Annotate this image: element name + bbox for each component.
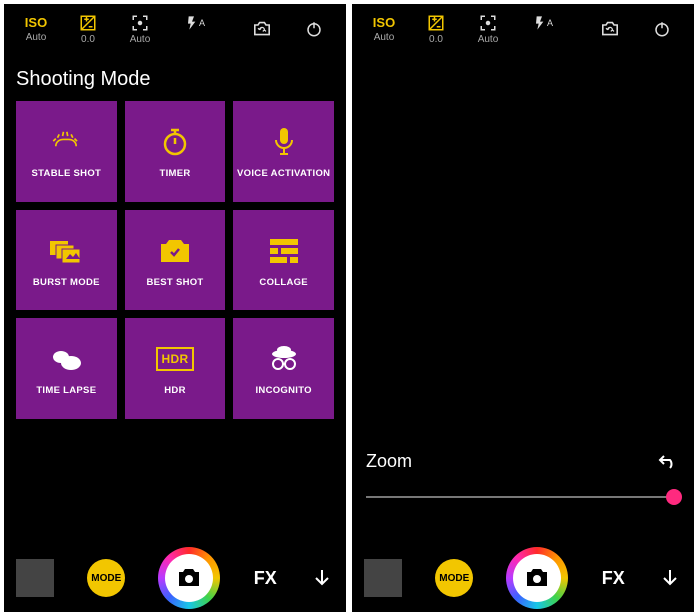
mode-stable-shot[interactable]: STABLE SHOT xyxy=(16,101,117,202)
collage-icon xyxy=(270,233,298,269)
focus-value: Auto xyxy=(130,34,151,45)
mode-collage[interactable]: COLLAGE xyxy=(233,210,334,311)
exposure-value: 0.0 xyxy=(81,34,95,45)
fx-button[interactable]: FX xyxy=(602,568,625,589)
focus-value: Auto xyxy=(478,34,499,45)
incognito-icon xyxy=(268,341,300,377)
mode-label: TIMER xyxy=(159,168,190,179)
power-icon xyxy=(653,20,671,38)
topbar: ISO Auto 0.0 Auto A xyxy=(4,4,346,54)
mode-timer[interactable]: TIMER xyxy=(125,101,226,202)
mode-hdr[interactable]: HDR HDR xyxy=(125,318,226,419)
mode-label: BURST MODE xyxy=(33,277,100,288)
mode-voice-activation[interactable]: VOICE ACTIVATION xyxy=(233,101,334,202)
iso-value: Auto xyxy=(26,32,47,43)
iso-label: ISO xyxy=(373,15,395,30)
hand-icon xyxy=(49,124,83,160)
topbar: ISO Auto 0.0 Auto A xyxy=(352,4,694,54)
exposure-value: 0.0 xyxy=(429,34,443,45)
mode-label: TIME LAPSE xyxy=(36,385,96,396)
power-icon xyxy=(305,20,323,38)
cloud-icon xyxy=(49,341,83,377)
mode-button[interactable]: MODE xyxy=(435,559,473,597)
zoom-row: Zoom xyxy=(352,448,694,474)
gallery-thumbnail[interactable] xyxy=(16,559,54,597)
slider-thumb[interactable] xyxy=(666,489,682,505)
mode-burst[interactable]: BURST MODE xyxy=(16,210,117,311)
best-shot-icon xyxy=(159,233,191,269)
slider-track xyxy=(366,496,680,498)
mode-label: HDR xyxy=(164,385,185,396)
flash-icon xyxy=(184,14,200,32)
focus-icon xyxy=(131,14,149,32)
iso-value: Auto xyxy=(374,32,395,43)
mode-label: BEST SHOT xyxy=(146,277,203,288)
mode-button[interactable]: MODE xyxy=(87,559,125,597)
mode-label: STABLE SHOT xyxy=(32,168,102,179)
shutter-button[interactable] xyxy=(506,547,568,609)
flash-control[interactable]: A xyxy=(514,14,566,44)
exposure-control[interactable]: 0.0 xyxy=(62,14,114,45)
iso-control[interactable]: ISO Auto xyxy=(10,15,62,43)
switch-camera-icon xyxy=(600,20,620,38)
mode-incognito[interactable]: INCOGNITO xyxy=(233,318,334,419)
timer-icon xyxy=(160,124,190,160)
hdr-icon: HDR xyxy=(156,341,195,377)
phone-left: ISO Auto 0.0 Auto A xyxy=(4,4,346,612)
flash-icon xyxy=(532,14,548,32)
mode-label: COLLAGE xyxy=(259,277,308,288)
switch-camera-icon xyxy=(252,20,272,38)
collapse-button[interactable] xyxy=(658,566,682,590)
bottombar: MODE FX xyxy=(352,544,694,612)
exposure-icon xyxy=(427,14,445,32)
focus-control[interactable]: Auto xyxy=(462,14,514,45)
switch-camera-control[interactable] xyxy=(584,20,636,38)
power-control[interactable] xyxy=(636,20,688,38)
iso-control[interactable]: ISO Auto xyxy=(358,15,410,43)
bottombar: MODE FX xyxy=(4,544,346,612)
iso-label: ISO xyxy=(25,15,47,30)
undo-button[interactable] xyxy=(654,448,680,474)
burst-icon xyxy=(48,233,84,269)
main-area-left: Shooting Mode STABLE SHOT TIMER VOICE AC… xyxy=(4,54,346,544)
shutter-button[interactable] xyxy=(158,547,220,609)
focus-icon xyxy=(479,14,497,32)
flash-control[interactable]: A xyxy=(166,14,218,44)
exposure-control[interactable]: 0.0 xyxy=(410,14,462,45)
focus-control[interactable]: Auto xyxy=(114,14,166,45)
phone-right: ISO Auto 0.0 Auto A xyxy=(352,4,694,612)
shooting-mode-grid: STABLE SHOT TIMER VOICE ACTIVATION BURST… xyxy=(4,101,346,429)
mode-time-lapse[interactable]: TIME LAPSE xyxy=(16,318,117,419)
power-control[interactable] xyxy=(288,20,340,38)
switch-camera-control[interactable] xyxy=(236,20,288,38)
zoom-label: Zoom xyxy=(366,451,644,472)
collapse-button[interactable] xyxy=(310,566,334,590)
shooting-mode-title: Shooting Mode xyxy=(4,54,346,101)
mic-icon xyxy=(273,124,295,160)
fx-button[interactable]: FX xyxy=(254,568,277,589)
gallery-thumbnail[interactable] xyxy=(364,559,402,597)
zoom-slider[interactable] xyxy=(366,486,680,508)
exposure-icon xyxy=(79,14,97,32)
mode-best-shot[interactable]: BEST SHOT xyxy=(125,210,226,311)
mode-label: INCOGNITO xyxy=(255,385,311,396)
mode-label: VOICE ACTIVATION xyxy=(237,168,330,179)
main-area-right: Zoom xyxy=(352,54,694,544)
